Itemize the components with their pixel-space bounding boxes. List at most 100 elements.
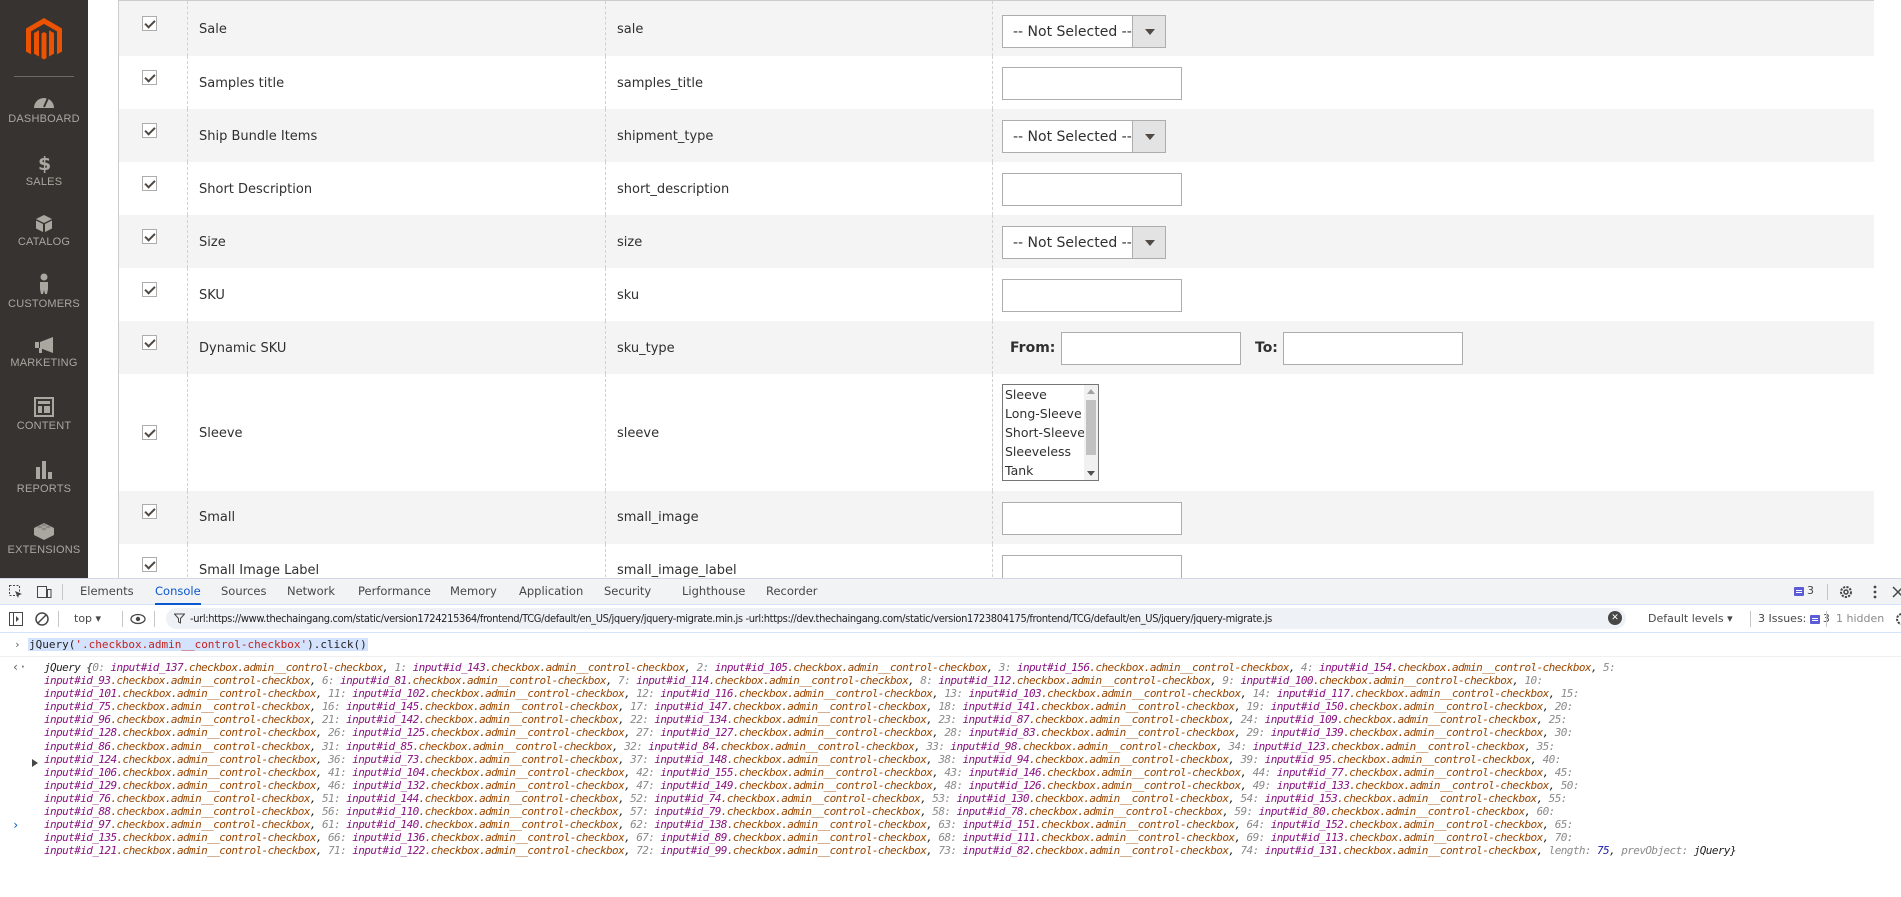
result-element[interactable]: input#id_128.checkbox.admin__control-che…	[44, 726, 317, 739]
result-element[interactable]: input#id_95.checkbox.admin__control-chec…	[1265, 753, 1531, 766]
tab-security[interactable]: Security	[604, 579, 651, 605]
small-image-input[interactable]	[1002, 502, 1182, 535]
device-toolbar-icon[interactable]	[36, 584, 52, 600]
result-element[interactable]: input#id_141.checkbox.admin__control-che…	[963, 700, 1236, 713]
multiselect-scrollbar[interactable]	[1084, 385, 1098, 480]
sidebar-item-content[interactable]: CONTENT	[0, 397, 88, 457]
result-element[interactable]: input#id_147.checkbox.admin__control-che…	[654, 700, 927, 713]
result-element[interactable]: input#id_137.checkbox.admin__control-che…	[110, 661, 383, 674]
result-element[interactable]: input#id_142.checkbox.admin__control-che…	[346, 713, 619, 726]
tab-memory[interactable]: Memory	[450, 579, 497, 605]
sku-type-from-input[interactable]	[1061, 332, 1241, 365]
sidebar-item-catalog[interactable]: CATALOG	[0, 213, 88, 273]
result-element[interactable]: input#id_83.checkbox.admin__control-chec…	[969, 726, 1235, 739]
console-command[interactable]: jQuery('.checkbox.admin__control-checkbo…	[28, 638, 368, 651]
result-element[interactable]: input#id_78.checkbox.admin__control-chec…	[956, 805, 1222, 818]
result-element[interactable]: input#id_76.checkbox.admin__control-chec…	[44, 792, 310, 805]
tab-elements[interactable]: Elements	[80, 579, 134, 605]
tab-application[interactable]: Application	[519, 579, 583, 605]
result-element[interactable]: input#id_133.checkbox.admin__control-che…	[1277, 779, 1550, 792]
result-element[interactable]: input#id_145.checkbox.admin__control-che…	[346, 700, 619, 713]
clear-filter-icon[interactable]: ✕	[1608, 611, 1622, 625]
result-element[interactable]: input#id_85.checkbox.admin__control-chec…	[346, 740, 612, 753]
result-element[interactable]: input#id_73.checkbox.admin__control-chec…	[352, 753, 618, 766]
attribute-change-checkbox[interactable]	[142, 70, 157, 85]
tab-network[interactable]: Network	[287, 579, 335, 605]
result-element[interactable]: input#id_74.checkbox.admin__control-chec…	[654, 792, 920, 805]
toggle-sidebar-icon[interactable]	[8, 611, 24, 627]
short-description-input[interactable]	[1002, 173, 1182, 206]
result-element[interactable]: input#id_134.checkbox.admin__control-che…	[654, 713, 927, 726]
live-expression-eye-icon[interactable]	[130, 611, 146, 627]
scroll-up-icon[interactable]	[1087, 389, 1095, 394]
result-element[interactable]: input#id_150.checkbox.admin__control-che…	[1271, 700, 1544, 713]
sidebar-item-reports[interactable]: REPORTS	[0, 460, 88, 520]
result-element[interactable]: input#id_130.checkbox.admin__control-che…	[956, 792, 1229, 805]
result-element[interactable]: input#id_105.checkbox.admin__control-che…	[715, 661, 988, 674]
result-element[interactable]: input#id_139.checkbox.admin__control-che…	[1271, 726, 1544, 739]
console-settings-gear-icon[interactable]	[1894, 611, 1901, 627]
settings-gear-icon[interactable]	[1838, 584, 1854, 600]
tab-lighthouse[interactable]: Lighthouse	[682, 579, 745, 605]
result-element[interactable]: input#id_126.checkbox.admin__control-che…	[969, 779, 1242, 792]
more-options-icon[interactable]	[1867, 584, 1883, 600]
result-element[interactable]: input#id_154.checkbox.admin__control-che…	[1319, 661, 1592, 674]
attribute-change-checkbox[interactable]	[142, 335, 157, 350]
ship-bundle-items-select[interactable]: -- Not Selected --	[1002, 120, 1166, 153]
sidebar-item-customers[interactable]: CUSTOMERS	[0, 273, 88, 333]
result-element[interactable]: input#id_122.checkbox.admin__control-che…	[352, 844, 625, 857]
scrollbar-thumb[interactable]	[1086, 400, 1096, 455]
log-levels-dropdown[interactable]: Default levels ▾	[1648, 612, 1733, 625]
result-element[interactable]: input#id_146.checkbox.admin__control-che…	[969, 766, 1242, 779]
attribute-change-checkbox[interactable]	[142, 123, 157, 138]
size-select[interactable]: -- Not Selected --	[1002, 226, 1166, 259]
result-element[interactable]: input#id_140.checkbox.admin__control-che…	[346, 818, 619, 831]
messages-counter[interactable]: 3	[1794, 579, 1814, 605]
result-element[interactable]: input#id_129.checkbox.admin__control-che…	[44, 779, 317, 792]
sleeve-multiselect[interactable]: Sleeve Long-Sleeve Short-Sleeve Sleevele…	[1002, 384, 1099, 481]
result-element[interactable]: input#id_88.checkbox.admin__control-chec…	[44, 805, 310, 818]
result-element[interactable]: input#id_99.checkbox.admin__control-chec…	[660, 844, 926, 857]
result-element[interactable]: input#id_127.checkbox.admin__control-che…	[660, 726, 933, 739]
close-devtools-icon[interactable]	[1890, 584, 1901, 600]
sku-type-to-input[interactable]	[1283, 332, 1463, 365]
magento-logo-icon[interactable]	[24, 18, 64, 62]
result-element[interactable]: input#id_82.checkbox.admin__control-chec…	[963, 844, 1229, 857]
result-element[interactable]: input#id_103.checkbox.admin__control-che…	[969, 687, 1242, 700]
result-element[interactable]: input#id_131.checkbox.admin__control-che…	[1265, 844, 1538, 857]
attribute-change-checkbox[interactable]	[142, 176, 157, 191]
small-image-label-input[interactable]	[1002, 555, 1182, 578]
tab-sources[interactable]: Sources	[221, 579, 267, 605]
tab-recorder[interactable]: Recorder	[766, 579, 818, 605]
console-prompt-icon[interactable]: ›	[12, 818, 19, 832]
result-element[interactable]: input#id_151.checkbox.admin__control-che…	[963, 818, 1236, 831]
result-element[interactable]: input#id_79.checkbox.admin__control-chec…	[654, 805, 920, 818]
result-element[interactable]: input#id_93.checkbox.admin__control-chec…	[44, 674, 310, 687]
attribute-change-checkbox[interactable]	[142, 557, 157, 572]
result-element[interactable]: input#id_110.checkbox.admin__control-che…	[346, 805, 619, 818]
attribute-change-checkbox[interactable]	[142, 425, 157, 440]
result-element[interactable]: input#id_152.checkbox.admin__control-che…	[1271, 818, 1544, 831]
result-element[interactable]: input#id_77.checkbox.admin__control-chec…	[1277, 766, 1543, 779]
result-element[interactable]: input#id_136.checkbox.admin__control-che…	[352, 831, 625, 844]
result-element[interactable]: input#id_144.checkbox.admin__control-che…	[346, 792, 619, 805]
result-element[interactable]: input#id_143.checkbox.admin__control-che…	[413, 661, 686, 674]
result-element[interactable]: input#id_135.checkbox.admin__control-che…	[44, 831, 317, 844]
result-element[interactable]: input#id_148.checkbox.admin__control-che…	[654, 753, 927, 766]
result-element[interactable]: input#id_101.checkbox.admin__control-che…	[44, 687, 317, 700]
result-element[interactable]: input#id_138.checkbox.admin__control-che…	[654, 818, 927, 831]
sale-select[interactable]: -- Not Selected --	[1002, 15, 1166, 48]
result-element[interactable]: input#id_114.checkbox.admin__control-che…	[636, 674, 909, 687]
result-element[interactable]: input#id_121.checkbox.admin__control-che…	[44, 844, 317, 857]
result-element[interactable]: input#id_117.checkbox.admin__control-che…	[1277, 687, 1550, 700]
result-element[interactable]: input#id_81.checkbox.admin__control-chec…	[340, 674, 606, 687]
result-element[interactable]: input#id_75.checkbox.admin__control-chec…	[44, 700, 310, 713]
result-element[interactable]: input#id_155.checkbox.admin__control-che…	[660, 766, 933, 779]
result-element[interactable]: input#id_125.checkbox.admin__control-che…	[352, 726, 625, 739]
sku-input[interactable]	[1002, 279, 1182, 312]
result-element[interactable]: input#id_89.checkbox.admin__control-chec…	[660, 831, 926, 844]
clear-console-icon[interactable]	[34, 611, 50, 627]
sidebar-item-dashboard[interactable]: DASHBOARD	[0, 92, 88, 152]
result-element[interactable]: input#id_97.checkbox.admin__control-chec…	[44, 818, 310, 831]
result-element[interactable]: input#id_109.checkbox.admin__control-che…	[1265, 713, 1538, 726]
